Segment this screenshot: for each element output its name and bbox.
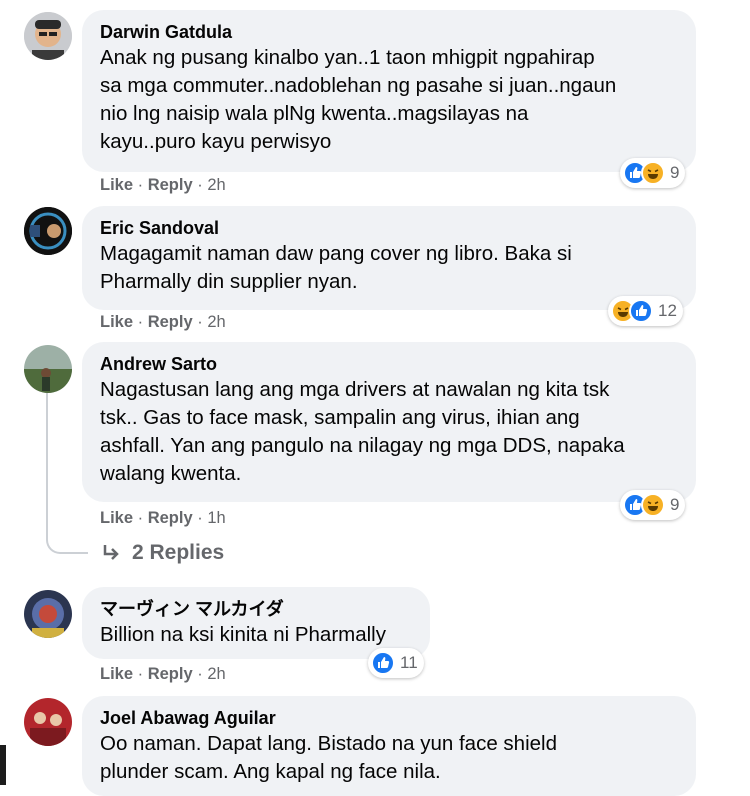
comment-text: Billion na ksi kinita ni Pharmally [100,621,412,649]
reply-arrow-icon [103,545,119,560]
reaction-count: 9 [670,495,680,514]
avatar[interactable] [24,345,72,393]
comment-line: plunder scam. Ang kapal ng face nila. [100,760,441,783]
comment-actions: Like · Reply · 2h [100,665,226,683]
comment-bubble: Joel Abawag Aguilar Oo naman. Dapat lang… [82,696,696,796]
comment-line: walang kwenta. [100,462,242,485]
like-link[interactable]: Like [100,176,133,194]
reaction-summary[interactable]: 12 [608,296,683,326]
reaction-count: 12 [658,301,677,320]
comment-text: Oo naman. Dapat lang. Bistado na yun fac… [100,730,678,786]
author-name[interactable]: Joel Abawag Aguilar [100,706,678,730]
comment-line: Pharmally din supplier nyan. [100,270,358,293]
like-reaction-icon [629,299,653,323]
like-link[interactable]: Like [100,665,133,683]
comment-actions: Like · Reply · 1h [100,509,226,527]
reply-link[interactable]: Reply [148,313,193,331]
avatar[interactable] [24,12,72,60]
like-reaction-icon [371,651,395,675]
comment-bubble: Eric Sandoval Magagamit naman daw pang c… [82,206,696,310]
view-replies-link[interactable]: 2 Replies [100,541,224,565]
timestamp[interactable]: 2h [207,176,225,194]
window-edge [0,745,6,785]
comment-line: nio lng naisip wala plNg kwenta..magsila… [100,102,529,125]
author-name[interactable]: Darwin Gatdula [100,20,678,44]
reaction-count: 9 [670,163,680,182]
comment-text: Magagamit naman daw pang cover ng libro.… [100,240,678,296]
reply-link[interactable]: Reply [148,176,193,194]
haha-reaction-icon [641,161,665,185]
comment-line: Anak ng pusang kinalbo yan..1 taon mhigp… [100,46,595,69]
comment-bubble: Darwin Gatdula Anak ng pusang kinalbo ya… [82,10,696,172]
comment-line: Nagastusan lang ang mga drivers at nawal… [100,378,610,401]
like-link[interactable]: Like [100,509,133,527]
timestamp[interactable]: 2h [207,313,225,331]
comment-line: Billion na ksi kinita ni Pharmally [100,623,386,646]
reply-link[interactable]: Reply [148,509,193,527]
avatar[interactable] [24,207,72,255]
reaction-summary[interactable]: 9 [620,490,686,520]
author-name[interactable]: マーヴィン マルカイダ [100,597,412,621]
comment-actions: Like · Reply · 2h [100,313,226,331]
reply-link[interactable]: Reply [148,665,193,683]
like-link[interactable]: Like [100,313,133,331]
comment-line: kayu..puro kayu perwisyo [100,130,332,153]
comment-text: Anak ng pusang kinalbo yan..1 taon mhigp… [100,44,678,156]
avatar[interactable] [24,698,72,746]
comment-text: Nagastusan lang ang mga drivers at nawal… [100,376,678,488]
comment-line: tsk.. Gas to face mask, sampalin ang vir… [100,406,580,429]
comment-actions: Like · Reply · 2h [100,176,226,194]
timestamp[interactable]: 2h [207,665,225,683]
comment-bubble: Andrew Sarto Nagastusan lang ang mga dri… [82,342,696,502]
author-name[interactable]: Andrew Sarto [100,352,678,376]
comment-line: Oo naman. Dapat lang. Bistado na yun fac… [100,732,557,755]
haha-reaction-icon [641,493,665,517]
comment-line: ashfall. Yan ang pangulo na nilagay ng m… [100,434,625,457]
author-name[interactable]: Eric Sandoval [100,216,678,240]
reaction-count: 11 [400,653,418,672]
avatar[interactable] [24,590,72,638]
comment-line: sa mga commuter..nadoblehan ng pasahe si… [100,74,617,97]
reaction-summary[interactable]: 11 [368,648,424,678]
reaction-summary[interactable]: 9 [620,158,686,188]
timestamp[interactable]: 1h [207,509,225,527]
comment-line: Magagamit naman daw pang cover ng libro.… [100,242,572,265]
replies-label: 2 Replies [132,541,225,564]
